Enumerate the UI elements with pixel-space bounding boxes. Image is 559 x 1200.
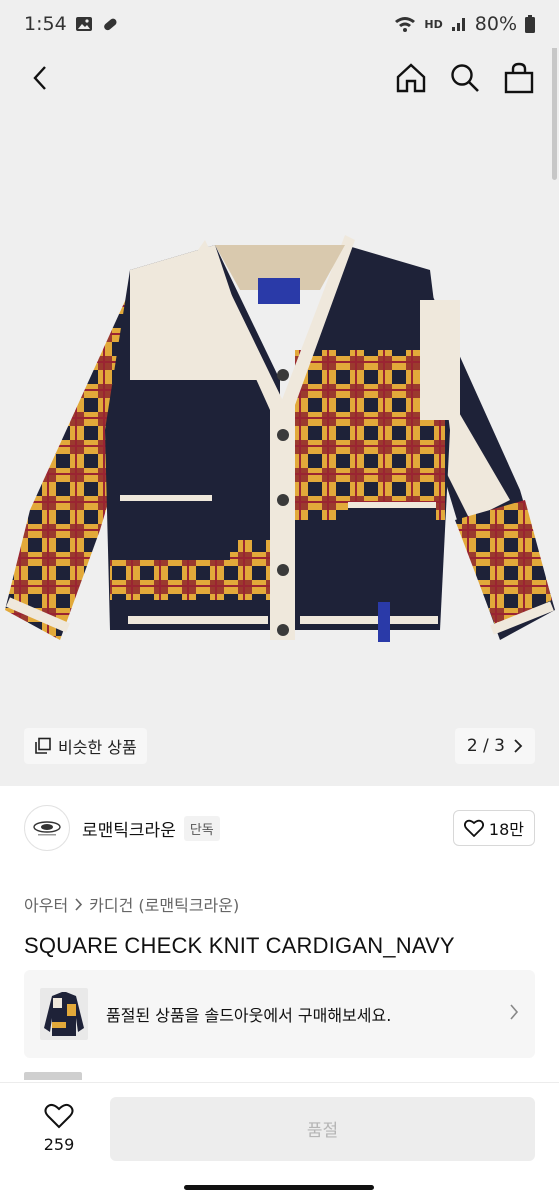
page-indicator-text: 2 / 3 (466, 736, 505, 756)
wifi-icon (394, 16, 416, 32)
battery-percent: 80% (474, 13, 517, 35)
signal-icon (451, 16, 467, 32)
gallery-page-indicator[interactable]: 2 / 3 (454, 728, 535, 764)
bottom-action-bar: 259 품절 (0, 1082, 559, 1174)
soldout-button-label: 품절 (306, 1121, 339, 1141)
brand-logo[interactable] (24, 805, 70, 851)
status-bar: 1:54 HD 80% (0, 0, 559, 48)
chevron-right-icon (513, 739, 523, 753)
brand-like-count: 18만 (488, 820, 524, 839)
breadcrumb-outer[interactable]: 아우터 (24, 892, 68, 916)
soldout-button[interactable]: 품절 (110, 1096, 535, 1161)
exclusive-badge: 단독 (183, 815, 220, 841)
cart-button[interactable] (501, 60, 537, 96)
breadcrumb: 아우터 카디건 (로맨틱크라운) (24, 892, 239, 916)
gesture-navigation-bar[interactable] (184, 1185, 374, 1190)
product-image-cardigan (5, 235, 555, 642)
heart-icon (44, 1103, 74, 1129)
back-button[interactable] (22, 60, 58, 96)
home-button[interactable] (393, 60, 429, 96)
home-icon (396, 63, 426, 93)
heart-icon (463, 819, 484, 837)
brand-like-button[interactable]: 18만 (452, 810, 535, 846)
brand-name[interactable]: 로맨틱크라운 (82, 816, 176, 841)
product-title: SQUARE CHECK KNIT CARDIGAN_NAVY (24, 933, 455, 958)
pill-icon (101, 15, 119, 33)
similar-products-label: 비슷한 상품 (58, 738, 137, 757)
shopping-bag-icon (504, 62, 534, 94)
top-navigation (0, 48, 559, 108)
chevron-right-icon (75, 897, 83, 911)
product-gallery[interactable]: 비슷한 상품 2 / 3 (0, 0, 559, 786)
banner-product-thumbnail (40, 988, 88, 1040)
search-icon (451, 64, 479, 92)
next-section-hint (24, 1072, 82, 1080)
soldout-promo-banner[interactable]: 품절된 상품을 솔드아웃에서 구매해보세요. (24, 970, 535, 1058)
soldout-banner-text: 품절된 상품을 솔드아웃에서 구매해보세요. (106, 1006, 392, 1025)
brand-row: 로맨틱크라운 단독 18만 (24, 800, 535, 856)
similar-products-button[interactable]: 비슷한 상품 (24, 728, 147, 764)
stack-icon (34, 737, 52, 755)
status-time: 1:54 (24, 13, 67, 35)
breadcrumb-cardigan[interactable]: 카디건 (로맨틱크라운) (89, 892, 239, 916)
battery-icon (525, 15, 535, 33)
gallery-icon (75, 16, 93, 32)
chevron-right-icon (509, 1004, 519, 1024)
wishlist-button[interactable]: 259 (24, 1103, 94, 1154)
back-icon (33, 66, 46, 90)
wishlist-count: 259 (43, 1135, 75, 1154)
search-button[interactable] (447, 60, 483, 96)
network-label: HD (424, 17, 443, 31)
